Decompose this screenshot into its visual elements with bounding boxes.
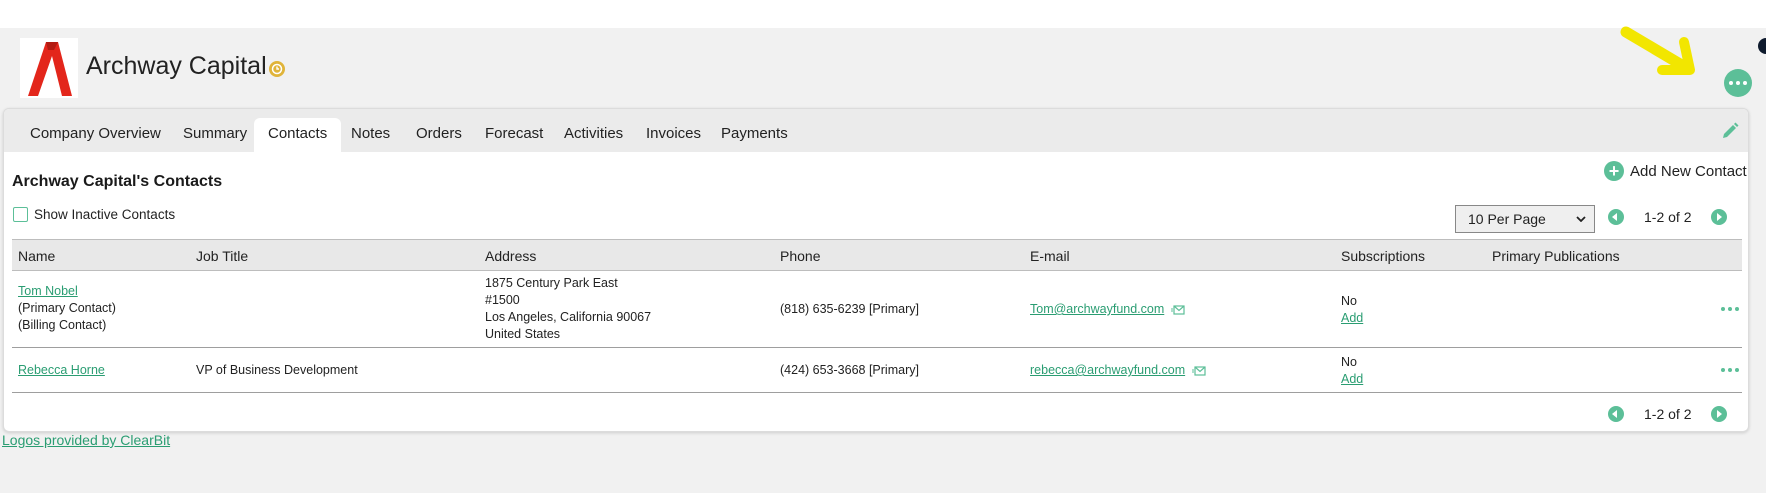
dot [1736,81,1740,85]
contacts-title: Archway Capital's Contacts [12,173,223,190]
user-avatar-partial[interactable] [1758,38,1766,54]
chevron-right-icon[interactable] [1711,406,1728,422]
job-title-cell: VP of Business Development [196,363,358,377]
contact-name-link[interactable]: Tom Nobel [18,283,116,300]
subscriptions-value: No [1341,355,1357,369]
tab-bar: Company Overview Summary Contacts Notes … [4,109,1748,152]
company-card: Company Overview Summary Contacts Notes … [3,108,1749,432]
address-cell: 1875 Century Park East #1500 Los Angeles… [485,275,651,343]
column-header[interactable]: Primary Publications [1492,248,1620,264]
column-header[interactable]: Name [18,248,55,264]
table-row: Tom Nobel (Primary Contact) (Billing Con… [12,271,1742,348]
email-cell: Tom@archwayfund.com [1030,301,1185,318]
contact-role: (Primary Contact) [18,301,116,315]
tab-orders[interactable]: Orders [412,123,466,152]
add-subscription-link[interactable]: Add [1341,310,1363,327]
dot [1721,368,1725,372]
contact-role: (Billing Contact) [18,318,107,332]
chevron-left-icon[interactable] [1608,406,1624,422]
pagination-top: 1-2 of 2 [1608,209,1728,225]
name-cell: Tom Nobel (Primary Contact) (Billing Con… [18,283,116,334]
page-more-button[interactable] [1724,69,1752,97]
clock-badge-icon[interactable] [268,60,286,78]
top-strip [0,0,1766,28]
row-more-button[interactable] [1721,307,1739,311]
show-inactive-toggle[interactable]: Show Inactive Contacts [13,207,175,222]
tab-forecast[interactable]: Forecast [481,123,547,152]
subscriptions-cell: No Add [1341,354,1363,388]
dot [1735,368,1739,372]
tab-payments[interactable]: Payments [717,123,792,152]
add-new-contact-label: Add New Contact [1630,162,1747,180]
phone-cell: (424) 653-3668 [Primary] [780,363,919,377]
envelope-icon[interactable] [1170,305,1185,315]
show-inactive-label: Show Inactive Contacts [34,207,176,222]
show-inactive-checkbox[interactable] [13,207,28,222]
tab-activities[interactable]: Activities [560,123,627,152]
add-subscription-link[interactable]: Add [1341,371,1363,388]
address-line: #1500 [485,293,520,307]
email-link[interactable]: Tom@archwayfund.com [1030,302,1164,316]
tab-summary[interactable]: Summary [179,123,251,152]
email-link[interactable]: rebecca@archwayfund.com [1030,363,1185,377]
dot [1728,368,1732,372]
tab-invoices[interactable]: Invoices [642,123,705,152]
company-logo [20,38,78,98]
column-header[interactable]: Subscriptions [1341,248,1425,264]
phone-cell: (818) 635-6239 [Primary] [780,302,919,316]
dot [1743,81,1747,85]
column-header[interactable]: E-mail [1030,248,1070,264]
dot [1729,81,1733,85]
address-line: United States [485,327,561,341]
subscriptions-value: No [1341,294,1357,308]
annotation-arrow [1620,26,1695,75]
dot [1728,307,1732,311]
name-cell: Rebecca Horne [18,362,105,379]
row-more-button[interactable] [1721,368,1739,372]
dot [1721,307,1725,311]
address-line: Los Angeles, California 90067 [485,310,652,324]
company-name: Archway Capital [86,52,267,80]
add-new-contact-button[interactable]: + Add New Contact [1604,161,1747,181]
tab-contacts[interactable]: Contacts [254,118,342,152]
chevron-left-icon[interactable] [1608,209,1624,225]
subscriptions-cell: No Add [1341,293,1363,327]
email-cell: rebecca@archwayfund.com [1030,362,1206,379]
chevron-down-icon [1576,216,1586,222]
dot [1735,307,1739,311]
column-header[interactable]: Job Title [196,248,248,264]
per-page-select[interactable]: 10 Per Page [1455,205,1595,233]
plus-circle-icon: + [1604,161,1624,181]
contact-name-link[interactable]: Rebecca Horne [18,362,105,379]
column-header[interactable]: Address [485,248,536,264]
chevron-right-icon[interactable] [1711,209,1728,225]
envelope-icon[interactable] [1191,366,1206,376]
pagination-label: 1-2 of 2 [1644,209,1692,225]
contacts-table: Name Job Title Address Phone E-mail Subs… [12,239,1742,393]
tab-notes[interactable]: Notes [347,123,394,152]
address-line: 1875 Century Park East [485,276,618,290]
column-header[interactable]: Phone [780,248,820,264]
tab-company-overview[interactable]: Company Overview [26,123,165,152]
table-header: Name Job Title Address Phone E-mail Subs… [12,239,1742,271]
pagination-bottom: 1-2 of 2 [1608,406,1728,422]
clearbit-credit-link[interactable]: Logos provided by ClearBit [2,432,170,448]
table-row: Rebecca Horne VP of Business Development… [12,348,1742,393]
per-page-value: 10 Per Page [1468,211,1546,227]
pagination-label: 1-2 of 2 [1644,406,1692,422]
pencil-icon[interactable] [1720,121,1740,141]
